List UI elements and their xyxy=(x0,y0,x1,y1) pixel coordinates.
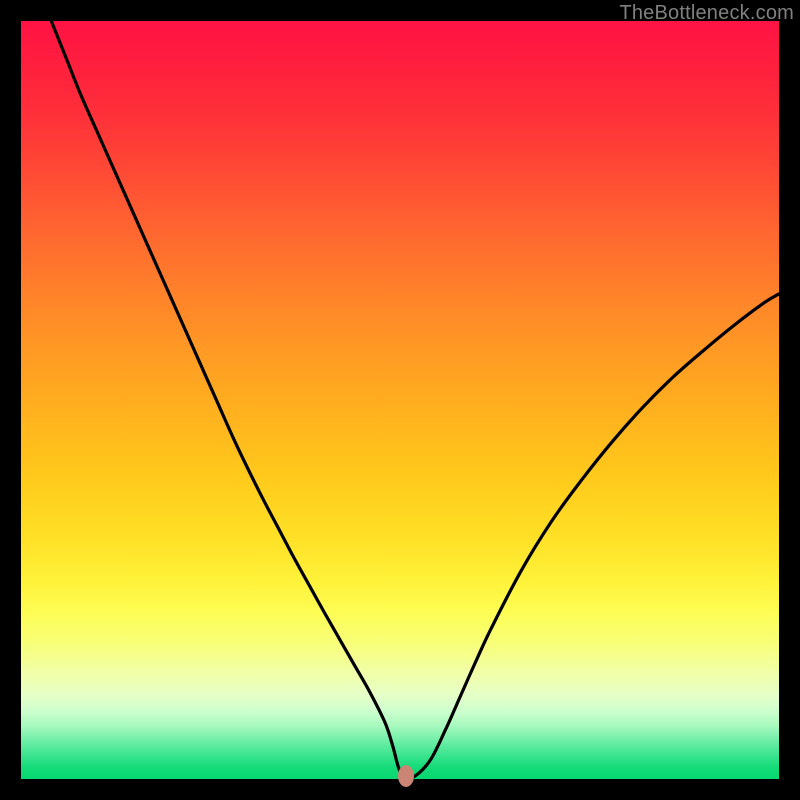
chart-frame: TheBottleneck.com xyxy=(0,0,800,800)
watermark-text: TheBottleneck.com xyxy=(619,2,794,25)
bottleneck-curve xyxy=(21,21,779,779)
optimum-marker xyxy=(398,765,414,787)
